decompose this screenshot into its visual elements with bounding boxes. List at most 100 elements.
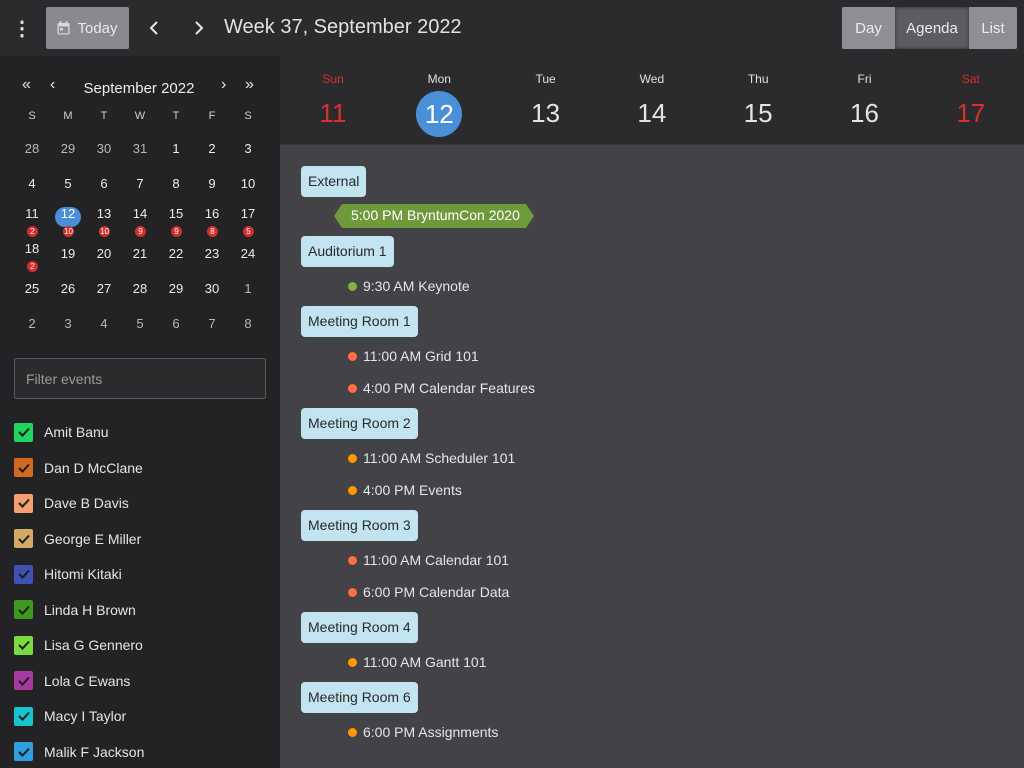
checkbox-checked-icon[interactable] (14, 493, 33, 513)
date-cell[interactable]: 30 (195, 276, 229, 306)
day-header-thu[interactable]: Thu 15 (705, 56, 811, 145)
checkbox-checked-icon[interactable] (14, 529, 33, 548)
next-month-icon[interactable]: › (221, 76, 226, 94)
previous-week-button[interactable] (142, 14, 166, 42)
day-header-wed[interactable]: Wed 14 (599, 56, 705, 145)
checkbox-checked-icon[interactable] (14, 706, 33, 726)
date-cell[interactable]: 7 (195, 311, 229, 341)
checkbox-checked-icon[interactable] (14, 564, 33, 584)
date-cell[interactable]: 18 2 (15, 241, 49, 272)
previous-month-icon[interactable]: ‹ (50, 76, 55, 94)
event-count-badge: 9 (171, 226, 182, 237)
checkbox-checked-icon[interactable] (14, 742, 33, 761)
date-cell[interactable]: 19 (51, 241, 85, 271)
checkbox-checked-icon[interactable] (14, 635, 33, 655)
date-cell[interactable]: 29 (159, 276, 193, 306)
date-cell[interactable]: 5 (51, 171, 85, 201)
resource-filter-item[interactable]: Lola C Ewans (14, 671, 130, 691)
date-cell[interactable]: 9 (195, 171, 229, 201)
date-cell[interactable]: 6 (159, 311, 193, 341)
event-item[interactable]: 4:00 PM Calendar Features (348, 378, 535, 398)
resource-filter-item[interactable]: Dan D McClane (14, 458, 143, 478)
date-cell[interactable]: 4 (87, 311, 121, 341)
date-cell[interactable]: 3 (51, 311, 85, 341)
event-item[interactable]: 6:00 PM Calendar Data (348, 582, 509, 602)
checkbox-checked-icon[interactable] (14, 600, 33, 619)
date-cell[interactable]: 10 (231, 171, 265, 201)
checkbox-checked-icon[interactable] (14, 671, 33, 690)
checkbox-checked-icon[interactable] (14, 458, 33, 477)
date-cell[interactable]: 28 (123, 276, 157, 306)
event-item[interactable]: 11:00 AM Gantt 101 (348, 652, 487, 672)
event-item[interactable]: 4:00 PM Events (348, 480, 462, 500)
event-item[interactable]: 11:00 AM Calendar 101 (348, 550, 509, 570)
date-cell[interactable]: 5 (123, 311, 157, 341)
event-item[interactable]: 6:00 PM Assignments (348, 722, 498, 742)
date-cell[interactable]: 24 (231, 241, 265, 271)
view-agenda-button[interactable]: Agenda (895, 7, 969, 49)
date-cell[interactable]: 25 (15, 276, 49, 306)
date-cell[interactable]: 3 (231, 136, 265, 166)
date-cell[interactable]: 16 8 (195, 206, 229, 237)
date-cell[interactable]: 14 9 (123, 206, 157, 237)
weekday-label: S (244, 110, 252, 122)
date-cell[interactable]: 27 (87, 276, 121, 306)
date-cell[interactable]: 29 (51, 136, 85, 166)
event-item[interactable]: 9:30 AM Keynote (348, 276, 470, 296)
previous-year-icon[interactable]: « (22, 76, 31, 94)
date-number: 8 (172, 176, 180, 191)
resource-filter-item[interactable]: Macy I Taylor (14, 706, 126, 726)
next-year-icon[interactable]: » (245, 76, 254, 94)
resource-filter-item[interactable]: Linda H Brown (14, 600, 136, 620)
date-cell[interactable]: 28 (15, 136, 49, 166)
resource-filter-item[interactable]: Malik F Jackson (14, 742, 144, 762)
date-cell[interactable]: 2 (195, 136, 229, 166)
vertical-dots-icon[interactable]: ⋮ (10, 14, 34, 42)
date-cell[interactable]: 23 (195, 241, 229, 271)
day-header-mon[interactable]: Mon 12 (386, 56, 492, 145)
checkbox-checked-icon[interactable] (14, 422, 33, 442)
date-cell[interactable]: 22 (159, 241, 193, 271)
all-day-event-bryntumcon[interactable]: 5:00 PM BryntumCon 2020 (334, 204, 534, 228)
date-cell[interactable]: 26 (51, 276, 85, 306)
event-dot-icon (348, 453, 357, 463)
view-day-button[interactable]: Day (842, 7, 895, 49)
date-number: 10 (240, 176, 256, 191)
date-cell[interactable]: 8 (231, 311, 265, 341)
date-cell[interactable]: 30 (87, 136, 121, 166)
date-cell[interactable]: 7 (123, 171, 157, 201)
resource-filter-item[interactable]: George E Miller (14, 529, 141, 549)
date-cell[interactable]: 20 (87, 241, 121, 271)
today-button[interactable]: Today (46, 7, 129, 49)
day-header-tue[interactable]: Tue 13 (493, 56, 599, 145)
event-item[interactable]: 11:00 AM Scheduler 101 (348, 448, 515, 468)
date-cell[interactable]: 13 10 (87, 206, 121, 237)
date-cell[interactable]: 4 (15, 171, 49, 201)
date-cell[interactable]: 8 (159, 171, 193, 201)
day-header-sat[interactable]: Sat 17 (918, 56, 1024, 145)
date-cell[interactable]: 31 (123, 136, 157, 166)
date-cell[interactable]: 6 (87, 171, 121, 201)
event-item[interactable]: 11:00 AM Grid 101 (348, 346, 479, 366)
filter-events-input[interactable] (14, 358, 266, 399)
resource-filter-item[interactable]: Amit Banu (14, 422, 109, 442)
date-picker-month: September 2022 (83, 80, 195, 97)
resource-filter-item[interactable]: Dave B Davis (14, 493, 129, 513)
date-cell[interactable]: 1 (231, 276, 265, 306)
date-cell[interactable]: 2 (15, 311, 49, 341)
next-week-button[interactable] (187, 14, 211, 42)
day-name: Tue (535, 72, 556, 86)
date-cell[interactable]: 12 10 (51, 206, 85, 237)
resource-name: George E Miller (44, 530, 142, 547)
day-header-fri[interactable]: Fri 16 (812, 56, 918, 145)
date-cell[interactable]: 21 (123, 241, 157, 271)
date-cell[interactable]: 1 (159, 136, 193, 166)
resource-filter-item[interactable]: Lisa G Gennero (14, 635, 143, 655)
date-cell[interactable]: 11 2 (15, 206, 49, 237)
resource-filter-item[interactable]: Hitomi Kitaki (14, 564, 122, 584)
view-list-button[interactable]: List (969, 7, 1017, 49)
date-cell[interactable]: 15 9 (159, 206, 193, 237)
day-header-sun[interactable]: Sun 11 (280, 56, 386, 145)
chevron-right-icon (195, 21, 204, 35)
date-cell[interactable]: 17 5 (231, 206, 265, 237)
